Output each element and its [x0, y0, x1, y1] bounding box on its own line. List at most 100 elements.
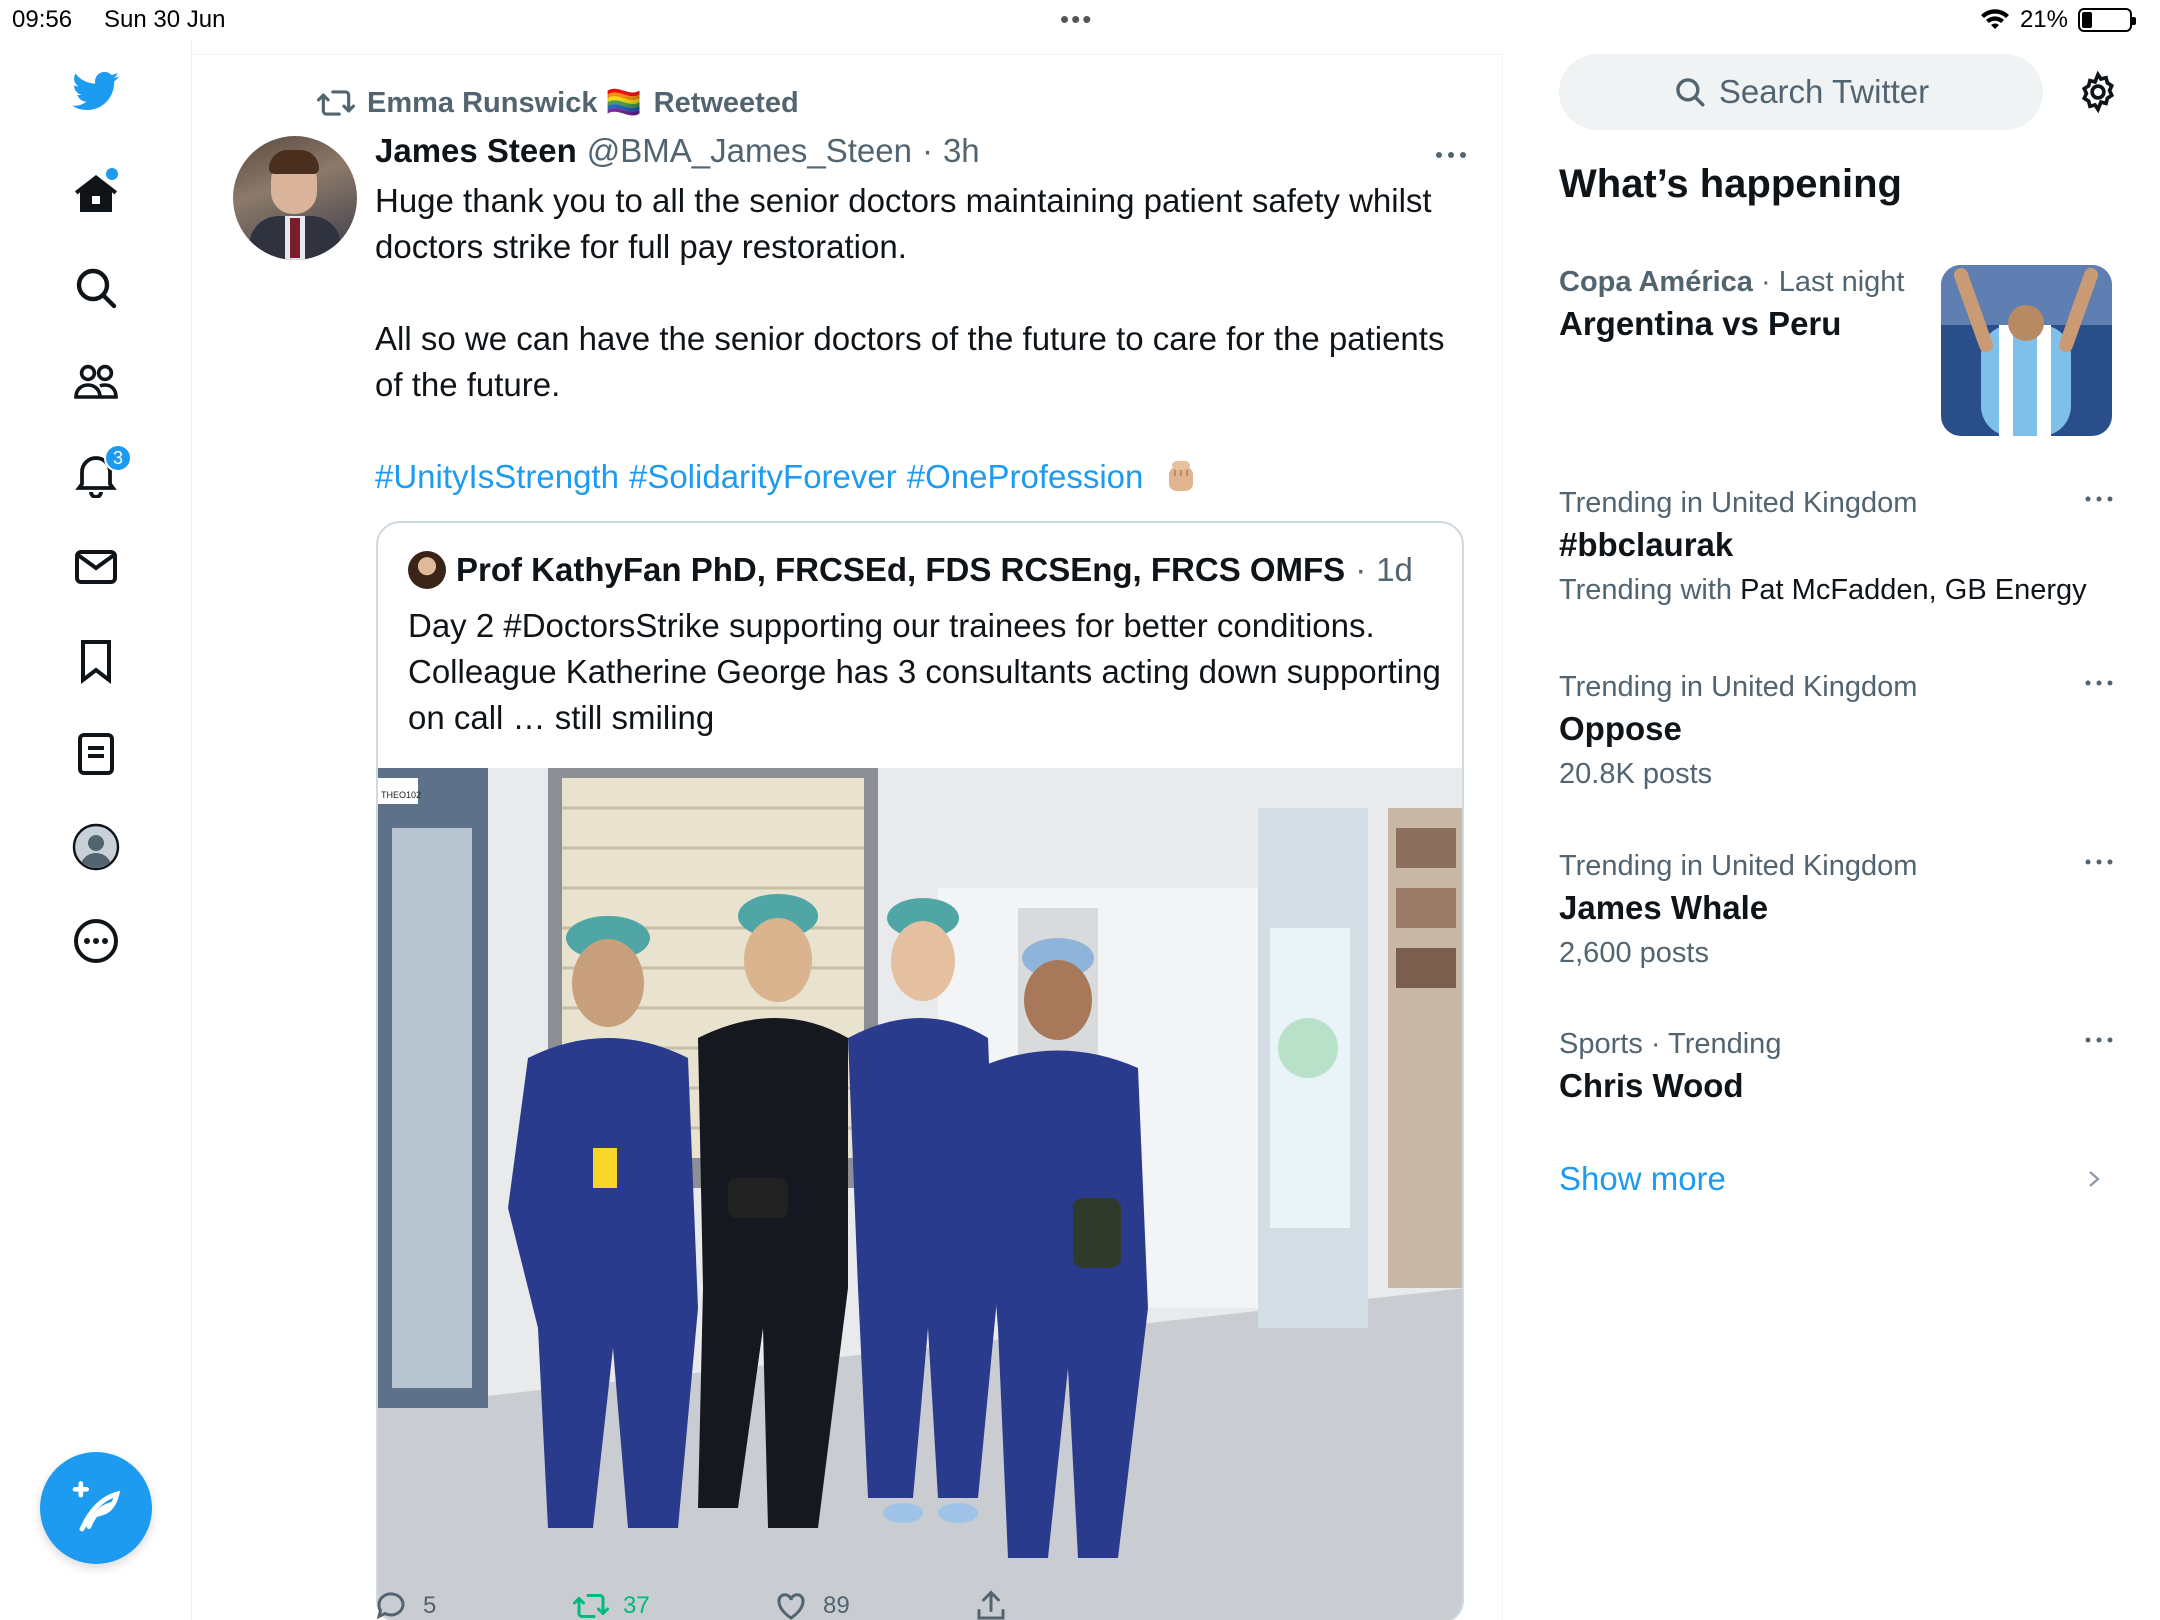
hashtag-link[interactable]: #SolidarityForever: [629, 458, 897, 495]
notifications-count-badge: 3: [104, 444, 132, 472]
trend-category: Copa América: [1559, 266, 1753, 298]
search-icon: [76, 268, 117, 309]
header-separator: ·: [921, 132, 933, 169]
trend-meta: Trending in United Kingdom: [1559, 487, 1918, 519]
reply-icon: [376, 1592, 405, 1620]
retweeted-by-name: Emma Runswick 🏳️‍🌈: [367, 87, 642, 119]
compose-quill-icon: [72, 1481, 121, 1532]
trend-item[interactable]: Trending in United Kingdom James Whale 2…: [1559, 850, 2119, 970]
tweet-time[interactable]: 3h: [943, 132, 980, 170]
tweet-paragraph-1: Huge thank you to all the senior doctors…: [375, 182, 1432, 265]
nav-explore[interactable]: [66, 258, 126, 318]
tweet-header: James Steen @BMA_James_Steen · 3h: [375, 132, 980, 170]
hashtag-link[interactable]: #OneProfession: [907, 458, 1144, 495]
retweeted-label: Retweeted: [653, 86, 799, 119]
trend-item[interactable]: Sports · Trending Chris Wood: [1559, 1028, 2119, 1105]
timeline-column: Emma Runswick 🏳️‍🌈 Retweeted James Steen…: [193, 54, 1503, 1620]
nav-lists[interactable]: [66, 724, 126, 784]
whats-happening-heading: What’s happening: [1559, 162, 1902, 206]
trend-more-button[interactable]: [2079, 850, 2119, 874]
more-horizontal-icon: [2085, 680, 2113, 686]
multitasking-dots-icon[interactable]: •••: [1060, 4, 1093, 35]
trend-more-button[interactable]: [2079, 487, 2119, 511]
settings-button[interactable]: [2072, 66, 2124, 118]
trend-title: James Whale: [1559, 889, 1769, 926]
trend-item[interactable]: Trending in United Kingdom Oppose 20.8K …: [1559, 671, 2119, 791]
more-horizontal-icon: [2085, 1037, 2113, 1043]
quoted-tweet[interactable]: Prof KathyFan PhD, FRCSEd, FDS RCSEng, F…: [376, 521, 1464, 1620]
battery-icon: [2078, 8, 2136, 32]
twitter-logo-icon[interactable]: [66, 60, 126, 120]
trend-more-button[interactable]: [2079, 1028, 2119, 1052]
like-button[interactable]: 89: [773, 1588, 850, 1620]
nav-messages[interactable]: [66, 537, 126, 597]
trend-item[interactable]: Trending in United Kingdom #bbclaurak Tr…: [1559, 487, 2119, 607]
search-icon: [1676, 78, 1705, 107]
search-placeholder: Search Twitter: [1718, 73, 1930, 110]
quoted-tweet-header: Prof KathyFan PhD, FRCSEd, FDS RCSEng, F…: [408, 551, 1413, 589]
trend-meta: Copa América · Last night: [1559, 266, 1929, 299]
quoted-separator: ·: [1355, 551, 1367, 588]
raised-fist-emoji: [1168, 461, 1193, 491]
tweet-paragraph-2: All so we can have the senior doctors of…: [375, 320, 1445, 403]
quoted-author-name: Prof KathyFan PhD, FRCSEd, FDS RCSEng, F…: [456, 551, 1346, 588]
trend-separator: ·: [1761, 266, 1771, 298]
status-right: 21%: [1980, 6, 2136, 34]
trend-more-button[interactable]: [2079, 671, 2119, 695]
tweet-actions: 5 37 89: [373, 1588, 1473, 1620]
nav-home[interactable]: [66, 164, 126, 224]
status-bar: 09:56 Sun 30 Jun ••• 21%: [0, 0, 2160, 40]
retweet-count: 37: [623, 1592, 650, 1619]
share-button[interactable]: [973, 1588, 1009, 1620]
like-count: 89: [823, 1592, 850, 1619]
hashtag-link[interactable]: #UnityIsStrength: [375, 458, 619, 495]
wifi-icon: [1980, 9, 2009, 29]
retweeted-by-header[interactable]: Emma Runswick 🏳️‍🌈 Retweeted: [317, 84, 799, 122]
left-navigation: 3: [0, 40, 192, 1620]
nav-bookmarks[interactable]: [66, 631, 126, 691]
retweet-icon: [317, 90, 355, 116]
trend-meta: Trending in United Kingdom: [1559, 671, 1918, 703]
search-box[interactable]: Search Twitter: [1559, 54, 2043, 130]
author-avatar[interactable]: [233, 136, 357, 260]
column-divider: [193, 54, 1503, 55]
trend-item[interactable]: Copa América · Last night Argentina vs P…: [1559, 266, 1929, 343]
chevron-right-icon: [2089, 1171, 2100, 1187]
battery-percent: 21%: [2019, 6, 2068, 33]
communities-icon: [74, 364, 118, 399]
lists-icon: [78, 733, 114, 775]
nav-notifications[interactable]: 3: [66, 444, 132, 504]
more-horizontal-icon: [1436, 152, 1466, 158]
trend-subtitle: Trending with Pat McFadden, GB Energy: [1559, 574, 2119, 607]
heart-icon: [777, 1593, 805, 1620]
author-name[interactable]: James Steen: [375, 132, 577, 170]
trend-title: Oppose: [1559, 710, 1682, 747]
nav-communities[interactable]: [66, 351, 126, 411]
more-circle-icon: [74, 919, 118, 963]
quoted-time: 1d: [1376, 551, 1413, 588]
tweet-text: Huge thank you to all the senior doctors…: [375, 178, 1455, 500]
quoted-tweet-text: Day 2 #DoctorsStrike supporting our trai…: [408, 607, 1441, 736]
trend-sub-value: Pat McFadden, GB Energy: [1740, 574, 2087, 606]
trend-title: Argentina vs Peru: [1559, 305, 1842, 342]
quoted-author-avatar: [408, 551, 446, 589]
trend-title: Chris Wood: [1559, 1067, 1744, 1104]
tweet-photo[interactable]: THEO102: [378, 768, 1464, 1620]
trend-sub-prefix: Trending with: [1559, 574, 1733, 606]
retweet-button[interactable]: 37: [573, 1588, 650, 1620]
status-time: 09:56: [12, 6, 73, 33]
compose-tweet-button[interactable]: [40, 1452, 152, 1564]
profile-avatar-icon: [72, 823, 120, 871]
author-handle[interactable]: @BMA_James_Steen: [587, 132, 912, 170]
retweet-icon: [573, 1594, 609, 1618]
nav-more[interactable]: [66, 911, 126, 971]
photo-door-sign: THEO102: [381, 790, 421, 800]
more-horizontal-icon: [2085, 859, 2113, 865]
trend-when: Last night: [1778, 266, 1905, 298]
trend-thumbnail[interactable]: [1941, 265, 2112, 436]
show-more-link[interactable]: Show more: [1559, 1160, 1726, 1198]
nav-profile[interactable]: [66, 817, 126, 877]
reply-button[interactable]: 5: [373, 1588, 436, 1620]
more-horizontal-icon: [2085, 496, 2113, 502]
tweet-more-button[interactable]: [1431, 140, 1471, 170]
